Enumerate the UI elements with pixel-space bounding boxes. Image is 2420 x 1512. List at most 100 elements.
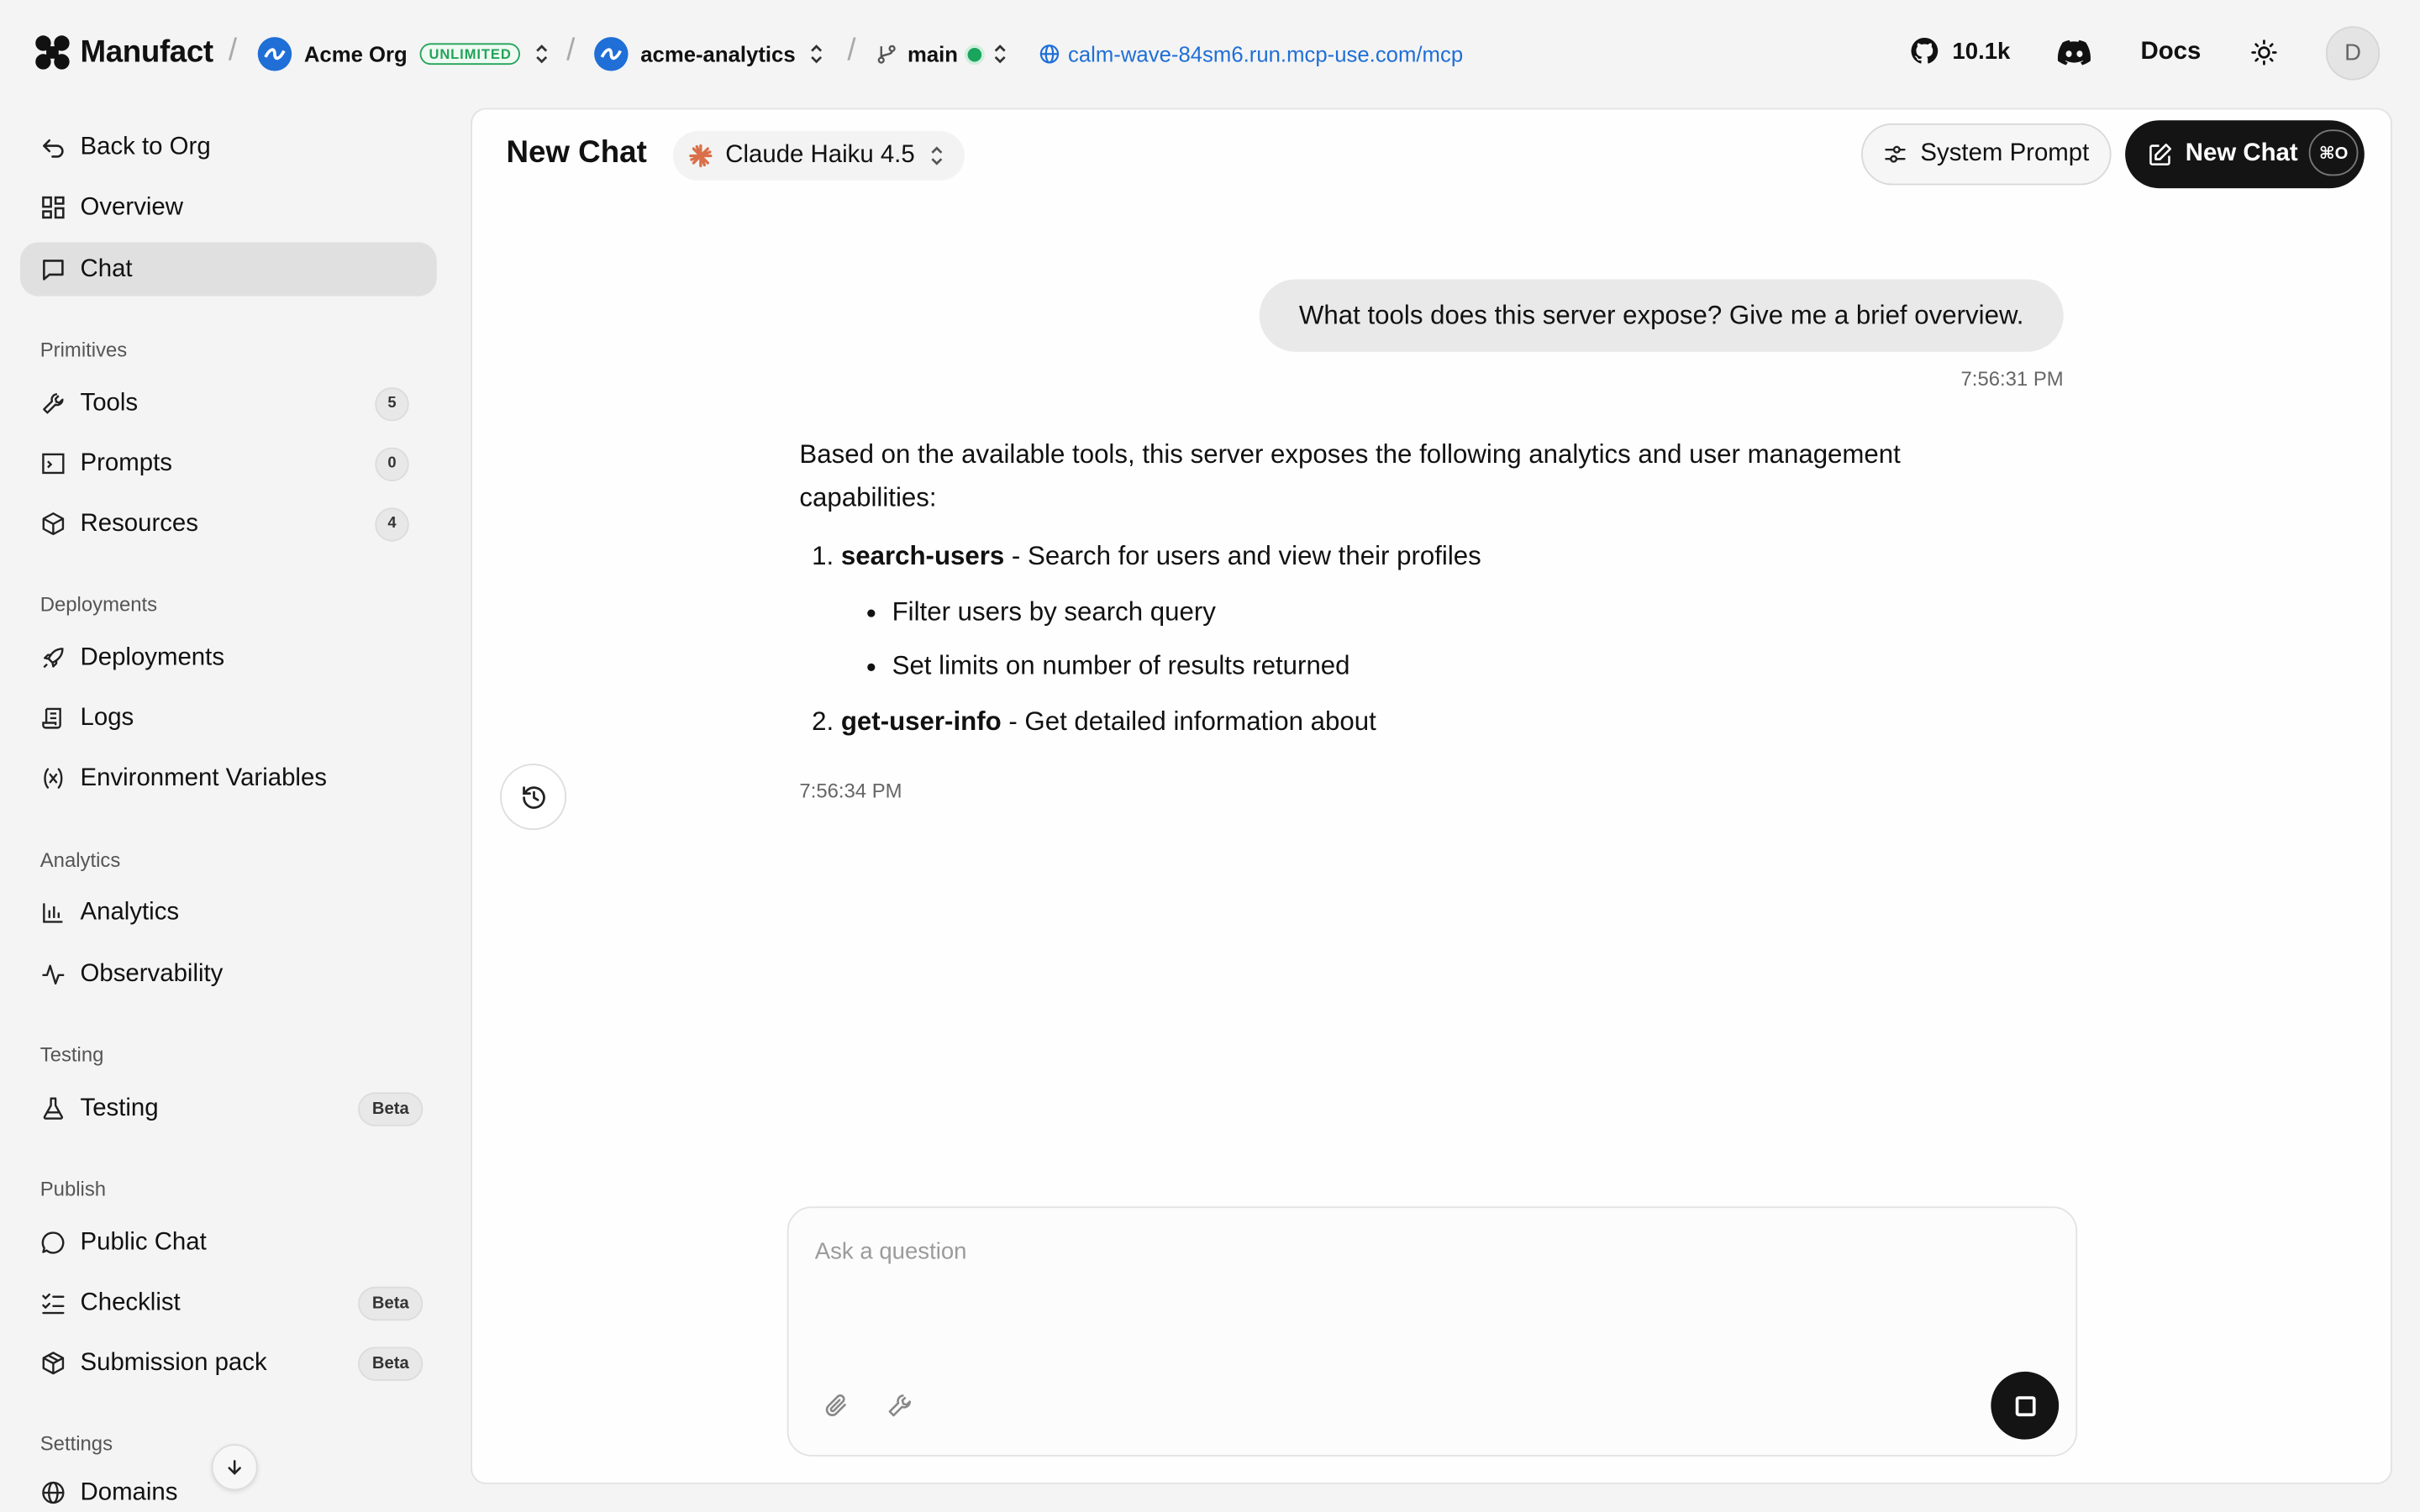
sidebar-item-label: Deployments [80, 643, 225, 671]
theme-toggle[interactable] [2250, 39, 2278, 66]
beta-badge: Beta [358, 1091, 424, 1126]
sidebar-item-label: Submission pack [80, 1349, 267, 1376]
sidebar-item-label: Prompts [80, 449, 172, 476]
sidebar-item-label: Environment Variables [80, 764, 327, 791]
tools-count-badge: 5 [375, 386, 409, 421]
chevron-up-down-icon [536, 45, 548, 64]
arrow-down-icon [228, 1460, 241, 1475]
project-switcher[interactable]: acme-analytics [594, 34, 826, 74]
chat-circle-icon [40, 1230, 66, 1256]
sidebar-item-prompts[interactable]: Prompts 0 [20, 437, 437, 491]
tool-description: - Search for users and view their profil… [1004, 541, 1481, 571]
github-link[interactable]: 10.1k [1909, 35, 2010, 66]
sidebar-item-checklist[interactable]: Checklist Beta [20, 1276, 437, 1330]
tool-list: 1. search-users - Search for users and v… [812, 535, 2003, 743]
discord-link[interactable] [2057, 39, 2091, 66]
org-avatar [257, 37, 292, 71]
resources-count-badge: 4 [375, 507, 409, 541]
sidebar-item-label: Domains [80, 1479, 178, 1506]
stop-button[interactable] [1991, 1371, 2060, 1440]
attach-button[interactable] [823, 1392, 850, 1427]
sliders-icon [1885, 145, 1907, 163]
list-item: Filter users by search query [855, 591, 2004, 633]
breadcrumb-separator: / [228, 34, 238, 68]
cube-icon [40, 511, 66, 537]
sidebar-item-overview[interactable]: Overview [20, 181, 437, 234]
history-icon [522, 785, 544, 808]
server-url-link[interactable]: calm-wave-84sm6.run.mcp-use.com/mcp [1039, 34, 1463, 74]
history-button[interactable] [500, 764, 567, 831]
sidebar-item-environment-variables[interactable]: Environment Variables [20, 751, 437, 805]
user-message-timestamp: 7:56:31 PM [1960, 367, 2064, 391]
section-title-publish: Publish [39, 1177, 107, 1200]
branch-switcher[interactable]: main [876, 34, 1008, 74]
chat-panel: New Chat Claude Haiku 4.5 System Prompt … [471, 108, 2392, 1484]
list-number: 1. [812, 541, 834, 571]
prompts-count-badge: 0 [375, 446, 409, 481]
sidebar-item-label: Observability [80, 960, 224, 987]
sidebar-item-deployments[interactable]: Deployments [20, 631, 437, 685]
sidebar-item-submission-pack[interactable]: Submission pack Beta [20, 1336, 437, 1390]
sidebar-item-label: Logs [80, 704, 134, 731]
beta-badge: Beta [358, 1285, 424, 1320]
chat-input[interactable] [814, 1238, 2019, 1266]
model-selector[interactable]: Claude Haiku 4.5 [672, 131, 965, 181]
wrench-icon [888, 1394, 912, 1417]
chat-bubble-icon [40, 256, 66, 282]
stop-square-icon [2014, 1395, 2035, 1416]
sidebar-item-tools[interactable]: Tools 5 [20, 376, 437, 430]
sidebar-item-testing[interactable]: Testing Beta [20, 1082, 437, 1136]
docs-link[interactable]: Docs [2141, 39, 2202, 66]
org-switcher[interactable]: Acme Org UNLIMITED [257, 34, 552, 74]
assistant-intro: Based on the available tools, this serve… [799, 439, 1901, 512]
list-item: 1. search-users - Search for users and v… [812, 535, 2003, 688]
bar-chart-icon [40, 900, 66, 926]
section-title-settings: Settings [39, 1431, 113, 1456]
sidebar-item-label: Tools [80, 389, 139, 416]
variable-icon [40, 765, 66, 791]
sidebar-item-label: Checklist [80, 1289, 181, 1315]
sidebar-item-logs[interactable]: Logs [20, 691, 437, 745]
new-chat-button[interactable]: New Chat ⌘O [2125, 120, 2365, 189]
top-bar: Manufact / Acme Org UNLIMITED / acme-ana… [0, 0, 2420, 108]
globe-icon [40, 1479, 66, 1505]
section-title-primitives: Primitives [39, 338, 128, 361]
project-name: acme-analytics [640, 41, 796, 66]
beta-badge: Beta [358, 1346, 424, 1380]
sidebar-item-back-to-org[interactable]: Back to Org [20, 120, 437, 174]
sidebar-item-label: Overview [80, 193, 183, 220]
section-title-testing: Testing [39, 1042, 104, 1067]
server-url: calm-wave-84sm6.run.mcp-use.com/mcp [1067, 41, 1464, 66]
user-message-text: What tools does this server expose? Give… [1298, 300, 2024, 330]
list-number: 2. [812, 706, 834, 737]
sidebar-item-chat[interactable]: Chat [19, 242, 437, 297]
list-item: Set limits on number of results returned [855, 645, 2004, 688]
edit-square-icon [2149, 143, 2172, 165]
section-title-deployments: Deployments [39, 592, 158, 616]
activity-pulse-icon [40, 961, 66, 987]
tools-button[interactable] [886, 1392, 913, 1427]
github-icon [1911, 37, 1939, 64]
model-name: Claude Haiku 4.5 [725, 141, 915, 169]
discord-icon [2057, 39, 2091, 66]
sidebar-item-label: Testing [80, 1095, 159, 1121]
sidebar-item-public-chat[interactable]: Public Chat [20, 1215, 437, 1269]
sidebar-item-label: Chat [80, 255, 133, 282]
package-icon [40, 1350, 66, 1376]
sidebar-item-observability[interactable]: Observability [20, 948, 437, 1001]
branch-name: main [907, 41, 959, 66]
tool-name: get-user-info [840, 706, 1002, 737]
git-branch-icon [877, 45, 896, 64]
section-title-analytics: Analytics [39, 848, 121, 872]
project-avatar [594, 37, 629, 71]
scroll-down-button[interactable] [211, 1444, 258, 1491]
assistant-message: Based on the available tools, this serve… [799, 433, 2003, 756]
paperclip-icon [825, 1394, 846, 1416]
user-avatar[interactable]: D [2325, 26, 2381, 81]
system-prompt-button[interactable]: System Prompt [1861, 123, 2112, 186]
undo-arrow-icon [40, 134, 66, 160]
sidebar-item-analytics[interactable]: Analytics [20, 885, 437, 939]
sidebar-item-resources[interactable]: Resources 4 [20, 496, 437, 550]
wave-icon [264, 48, 286, 60]
brand-logo[interactable]: Manufact [34, 34, 213, 71]
